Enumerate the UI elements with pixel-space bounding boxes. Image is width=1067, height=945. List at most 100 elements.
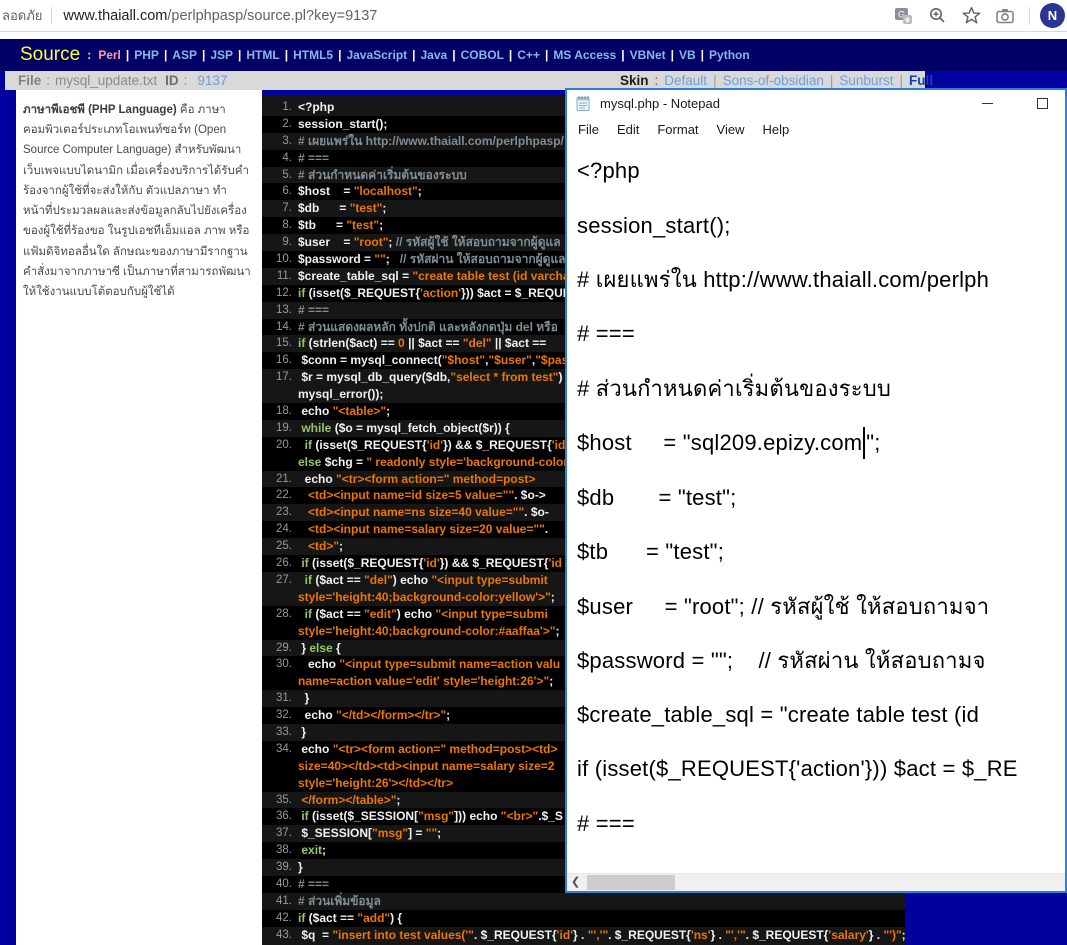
php-description-lead: ภาษาพีเอชพี (PHP Language) (23, 104, 177, 116)
notepad-window[interactable]: mysql.php - Notepad FileEditFormatViewHe… (565, 88, 1067, 893)
nav-link-java[interactable]: Java (421, 48, 448, 62)
code-token: "<table>" (333, 403, 386, 420)
nav-link-asp[interactable]: ASP (172, 48, 197, 62)
maximize-button[interactable] (1022, 90, 1062, 117)
menu-format[interactable]: Format (648, 122, 707, 137)
title-colon: : (87, 48, 91, 62)
toolbar-divider (1029, 7, 1030, 25)
code-token: "<input type=submit (431, 572, 547, 589)
line-number: 31. (262, 690, 298, 707)
code-token: ; (902, 927, 905, 944)
nav-link-cobol[interactable]: COBOL (461, 48, 504, 62)
profile-avatar[interactable]: N (1040, 3, 1065, 28)
notepad-text-area[interactable]: <?phpsession_start();# เผยแพร่ใน http://… (567, 142, 1065, 873)
code-token: } (298, 640, 309, 657)
code-token: "')" (883, 927, 901, 944)
notepad-line: <?php (577, 144, 1065, 198)
file-label: File (18, 73, 41, 88)
code-token: "" (374, 251, 385, 268)
code-token: "test" (346, 217, 379, 234)
code-token: . $_REQUEST{ (474, 927, 557, 944)
php-description-body: คือ ภาษาคอมพิวเตอร์ประเภทโอเพนท์ซอร์ท (O… (23, 104, 251, 298)
code-token: 'id' (427, 437, 443, 454)
code-token: $conn = mysql_connect( (298, 352, 442, 369)
nav-link-c-[interactable]: C++ (517, 48, 540, 62)
code-token: // รหัสผู้ใช้ ให้สอบถามจากผู้ดูแล (396, 234, 561, 251)
code-token: 'salary' (828, 927, 868, 944)
language-nav: Perl|PHP|ASP|JSP|HTML|HTML5|JavaScript|J… (98, 46, 749, 64)
code-token: } . (711, 927, 726, 944)
skin-link-full[interactable]: Full (909, 73, 933, 88)
notepad-menu-bar: FileEditFormatViewHelp (567, 117, 1065, 142)
code-token: # เผยแพร่ใน http://www.thaiall.com/perlp… (298, 133, 564, 150)
code-token: $password = (298, 251, 374, 268)
menu-help[interactable]: Help (753, 122, 798, 137)
nav-link-python[interactable]: Python (709, 48, 750, 62)
code-line: 42.if ($act == "add") { (262, 910, 905, 927)
minimize-button[interactable] (967, 90, 1007, 117)
camera-icon[interactable] (995, 6, 1015, 26)
id-label: ID (165, 73, 179, 88)
code-token: 'action' (420, 285, 461, 302)
code-token: ; (549, 673, 553, 690)
text-caret (863, 427, 865, 459)
scrollbar-thumb[interactable] (587, 875, 675, 890)
nav-link-php[interactable]: PHP (134, 48, 159, 62)
code-token: <td><input name=id size=5 value="" (298, 487, 514, 504)
code-token: "<tr><form action=" method=post><td> (333, 741, 558, 758)
code-token: 'id' (557, 927, 573, 944)
notepad-line: $tb = "test"; (577, 525, 1065, 579)
nav-link-perl[interactable]: Perl (98, 48, 121, 62)
code-token: style='height:40;background-color:#aaffa… (298, 623, 555, 640)
code-token: $db = (298, 200, 350, 217)
notepad-line: $password = ""; // รหัสผ่าน ให้สอบถามจ (577, 634, 1065, 688)
nav-link-html5[interactable]: HTML5 (293, 48, 333, 62)
notepad-horizontal-scrollbar[interactable]: ❮ (567, 873, 1065, 891)
menu-view[interactable]: View (708, 122, 754, 137)
line-number: 2. (262, 116, 298, 133)
code-token (298, 437, 305, 454)
nav-link-jsp[interactable]: JSP (210, 48, 233, 62)
bookmark-star-icon[interactable] (961, 6, 981, 26)
code-token: (strlen($act) == (305, 335, 398, 352)
scroll-left-arrow[interactable]: ❮ (571, 875, 580, 888)
code-token: .$_S (538, 808, 563, 825)
browser-address-bar[interactable]: ลอดภัย www.thaiall.com/perlphpasp/source… (0, 0, 1067, 32)
nav-link-html[interactable]: HTML (246, 48, 279, 62)
nav-link-vb[interactable]: VB (679, 48, 696, 62)
skin-link-default[interactable]: Default (664, 73, 707, 88)
line-number: 40. (262, 876, 298, 893)
notepad-line: $create_table_sql = "create table test (… (577, 688, 1065, 742)
code-token: ; (386, 251, 400, 268)
code-token: name=action value='edit' style='height:2… (298, 673, 549, 690)
skin-link-sunburst[interactable]: Sunburst (839, 73, 893, 88)
menu-edit[interactable]: Edit (608, 122, 648, 137)
nav-separator: | (164, 48, 167, 62)
line-number: 14. (262, 319, 298, 336)
nav-link-javascript[interactable]: JavaScript (346, 48, 407, 62)
code-token: $tb = (298, 217, 346, 234)
translate-icon[interactable]: G (893, 6, 913, 26)
line-number: 3. (262, 133, 298, 150)
skin-link-sons-of-obsidian[interactable]: Sons-of-obsidian (723, 73, 824, 88)
file-colon: : (46, 73, 50, 88)
code-token: exit (301, 842, 322, 859)
code-token: if (301, 808, 308, 825)
code-token: })) $act = $_REQUE (461, 285, 571, 302)
code-token: 'ns' (691, 927, 711, 944)
code-token: ; (418, 183, 422, 200)
code-token: "select * from test" (450, 369, 558, 386)
code-token: "<tr><form action=" method=post> (336, 471, 535, 488)
skin-separator: | (830, 73, 834, 88)
code-token: "msg" (372, 825, 408, 842)
notepad-title-bar[interactable]: mysql.php - Notepad (567, 90, 1065, 117)
url-path: /perlphpasp/source.pl?key=9137 (167, 8, 377, 24)
zoom-icon[interactable] (927, 6, 947, 26)
line-number: 36. (262, 808, 298, 825)
line-number: 6. (262, 183, 298, 200)
menu-file[interactable]: File (569, 122, 608, 137)
code-token: $create_table_sql = (298, 268, 412, 285)
nav-link-vbnet[interactable]: VBNet (630, 48, 666, 62)
nav-link-ms-access[interactable]: MS Access (553, 48, 616, 62)
code-token: ; (379, 217, 383, 234)
